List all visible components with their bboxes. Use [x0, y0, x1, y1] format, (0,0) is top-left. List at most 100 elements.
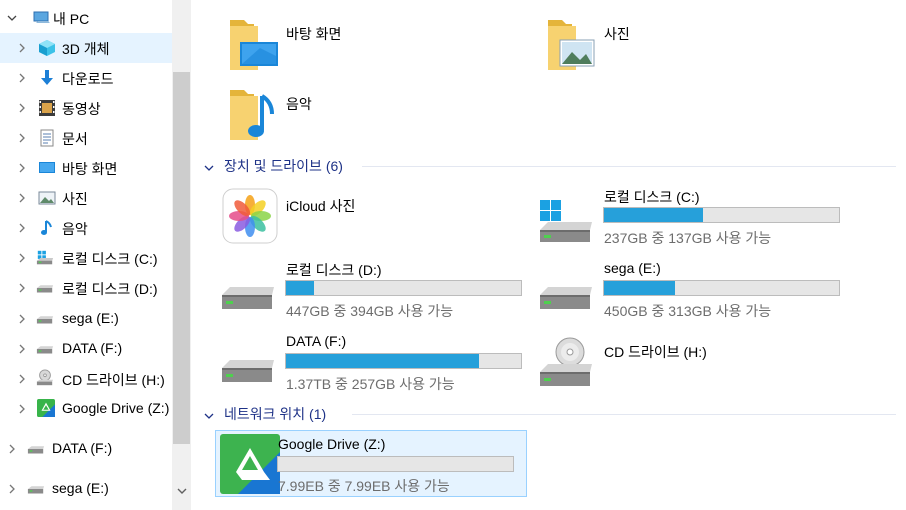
drive-icon [220, 281, 276, 318]
drive-free-space: 7.99EB 중 7.99EB 사용 가능 [278, 478, 450, 494]
folder-name: 사진 [604, 26, 630, 42]
nav-label: DATA (F:) [52, 440, 113, 456]
nav-label: 문서 [62, 131, 88, 147]
google-drive-icon [37, 399, 55, 417]
nav-label: 음악 [62, 221, 88, 237]
icloud-photos-icon [222, 188, 278, 247]
drive-free-space: 450GB 중 313GB 사용 가능 [604, 303, 772, 319]
nav-item-sega-e-root[interactable]: sega (E:) [0, 474, 172, 504]
group-header-network[interactable]: 네트워크 위치 (1) [202, 402, 906, 424]
music-icon [38, 219, 56, 237]
nav-item-data-f-root[interactable]: DATA (F:) [0, 434, 172, 464]
chevron-right-icon[interactable] [14, 100, 30, 116]
device-tile-drive-f[interactable]: DATA (F:) 1.37TB 중 257GB 사용 가능 [220, 328, 530, 394]
chevron-right-icon[interactable] [14, 160, 30, 176]
group-divider [352, 414, 896, 415]
videos-icon [38, 99, 56, 117]
network-tile-google-drive[interactable]: Google Drive (Z:) 7.99EB 중 7.99EB 사용 가능 [215, 430, 527, 497]
scroll-down-icon[interactable] [173, 482, 190, 499]
nav-label: 사진 [62, 191, 88, 207]
device-name: Google Drive (Z:) [278, 436, 386, 452]
nav-item-downloads[interactable]: 다운로드 [0, 63, 172, 93]
drive-free-space: 237GB 중 137GB 사용 가능 [604, 230, 772, 246]
drive-usage-fill [604, 208, 703, 222]
windows-drive-icon [538, 198, 594, 247]
chevron-right-icon[interactable] [14, 40, 30, 56]
chevron-right-icon[interactable] [14, 130, 30, 146]
chevron-right-icon[interactable] [14, 250, 30, 266]
chevron-right-icon[interactable] [14, 311, 30, 327]
nav-label: Google Drive (Z:) [62, 400, 170, 416]
drive-usage-fill [286, 281, 315, 295]
chevron-down-icon[interactable] [4, 10, 20, 26]
nav-item-drive-c[interactable]: 로컬 디스크 (C:) [0, 243, 172, 273]
content-pane: 바탕 화면 사진 음악 장치 및 드라이브 (6) iCloud 사진 로컬 디… [192, 0, 906, 510]
cd-drive-icon [36, 369, 54, 387]
group-divider [362, 166, 896, 167]
chevron-right-icon[interactable] [14, 190, 30, 206]
nav-item-drive-d[interactable]: 로컬 디스크 (D:) [0, 273, 172, 303]
drive-icon [36, 310, 54, 328]
nav-item-documents[interactable]: 문서 [0, 123, 172, 153]
drive-icon [36, 340, 54, 358]
nav-item-this-pc[interactable]: 내 PC [0, 3, 172, 33]
nav-item-drive-e[interactable]: sega (E:) [0, 304, 172, 334]
chevron-right-icon[interactable] [14, 280, 30, 296]
device-tile-drive-d[interactable]: 로컬 디스크 (D:) 447GB 중 394GB 사용 가능 [220, 255, 530, 321]
windows-drive-icon [36, 249, 54, 267]
group-title: 장치 및 드라이브 (6) [224, 158, 343, 174]
nav-label: sega (E:) [62, 310, 119, 326]
group-header-devices[interactable]: 장치 및 드라이브 (6) [202, 154, 906, 176]
google-drive-icon [220, 434, 280, 497]
drive-usage-fill [604, 281, 675, 295]
nav-item-google-drive[interactable]: Google Drive (Z:) [0, 394, 172, 424]
nav-item-3d-objects[interactable]: 3D 개체 [0, 33, 172, 63]
nav-label: 3D 개체 [62, 41, 110, 57]
device-name: DATA (F:) [286, 333, 347, 349]
drive-usage-bar [603, 280, 840, 296]
nav-label: 바탕 화면 [62, 161, 118, 177]
drive-usage-bar [285, 280, 522, 296]
chevron-right-icon[interactable] [14, 341, 30, 357]
documents-icon [38, 129, 56, 147]
device-name: iCloud 사진 [286, 198, 356, 214]
folder-tile-desktop[interactable]: 바탕 화면 [228, 14, 458, 76]
nav-item-drive-f[interactable]: DATA (F:) [0, 334, 172, 364]
device-name: sega (E:) [604, 260, 661, 276]
chevron-down-icon[interactable] [204, 160, 214, 176]
folder-tile-music[interactable]: 음악 [228, 84, 458, 146]
group-title: 네트워크 위치 (1) [224, 406, 327, 422]
nav-item-music[interactable]: 음악 [0, 213, 172, 243]
device-name: 로컬 디스크 (D:) [286, 262, 382, 278]
chevron-right-icon[interactable] [14, 220, 30, 236]
nav-label: CD 드라이브 (H:) [62, 372, 165, 388]
chevron-right-icon[interactable] [4, 481, 20, 497]
device-tile-icloud-photos[interactable]: iCloud 사진 [220, 186, 520, 248]
chevron-right-icon[interactable] [14, 401, 30, 417]
device-name: 로컬 디스크 (C:) [604, 189, 700, 205]
device-tile-drive-h[interactable]: CD 드라이브 (H:) [538, 330, 848, 392]
chevron-right-icon[interactable] [14, 70, 30, 86]
chevron-down-icon[interactable] [204, 408, 214, 424]
nav-item-desktop[interactable]: 바탕 화면 [0, 153, 172, 183]
nav-item-drive-h[interactable]: CD 드라이브 (H:) [0, 364, 172, 394]
device-tile-drive-e[interactable]: sega (E:) 450GB 중 313GB 사용 가능 [538, 255, 848, 321]
nav-label: DATA (F:) [62, 340, 123, 356]
nav-label: 다운로드 [62, 71, 114, 87]
drive-icon [538, 281, 594, 318]
nav-item-pictures[interactable]: 사진 [0, 183, 172, 213]
drive-icon [36, 279, 54, 297]
chevron-right-icon[interactable] [14, 371, 30, 387]
drive-icon [220, 354, 276, 391]
nav-scrollbar-thumb[interactable] [173, 72, 190, 444]
desktop-icon [38, 159, 56, 177]
folder-tile-pictures[interactable]: 사진 [546, 14, 776, 76]
cd-drive-icon [538, 336, 594, 393]
folder-name: 바탕 화면 [286, 26, 342, 42]
drive-usage-bar [285, 353, 522, 369]
drive-icon [27, 440, 45, 458]
device-tile-drive-c[interactable]: 로컬 디스크 (C:) 237GB 중 137GB 사용 가능 [538, 182, 848, 248]
nav-item-videos[interactable]: 동영상 [0, 93, 172, 123]
chevron-right-icon[interactable] [4, 441, 20, 457]
downloads-icon [38, 69, 56, 87]
